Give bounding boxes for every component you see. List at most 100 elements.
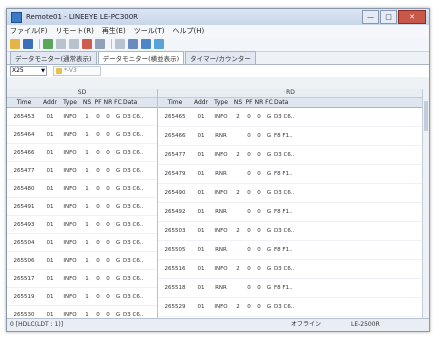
menu-remote[interactable]: リモート(R) [56, 26, 94, 36]
vertical-scrollbar[interactable] [422, 89, 429, 319]
sd-table-row[interactable]: 265493 01 INFO 1 0 0 G D3 C6.. [7, 216, 157, 234]
tab-monitor-normal[interactable]: データモニター(通常表示) [10, 51, 97, 64]
rd-cell-time: 265492 [164, 209, 186, 215]
sd-col-addr[interactable]: Addr [41, 98, 59, 107]
sd-cell-time: 265530 [13, 311, 35, 318]
sd-table-row[interactable]: 265504 01 INFO 1 0 0 G D3 C6.. [7, 234, 157, 252]
rd-cell-time: 265505 [164, 247, 186, 253]
sd-col-type[interactable]: Type [59, 98, 81, 107]
sd-cell-pf: 0 [96, 311, 100, 318]
rd-table-row[interactable]: 265465 01 INFO 2 0 0 G D3 C6.. [158, 108, 423, 127]
monitor-icon[interactable] [141, 39, 151, 49]
rd-table-row[interactable]: 265529 01 INFO 2 0 0 G D3 C6.. [158, 298, 423, 317]
title-bar[interactable]: Remote01 - LINEEYE LE-PC300R — □ ✕ [7, 9, 429, 25]
sd-table-row[interactable]: 265466 01 INFO 1 0 0 G D3 C6.. [7, 144, 157, 162]
sd-table-row[interactable]: 265464 01 INFO 1 0 0 G D3 C6.. [7, 126, 157, 144]
sd-cell-pf: 0 [96, 257, 100, 264]
menu-replay[interactable]: 再生(E) [102, 26, 126, 36]
rd-table-row[interactable]: 265466 01 RNR 0 0 G F8 F1.. [158, 127, 423, 146]
rd-cell-pf: 0 [247, 209, 251, 215]
rd-cell-addr: 01 [197, 209, 205, 215]
sd-table-row[interactable]: 265519 01 INFO 1 0 0 G D3 C6.. [7, 288, 157, 306]
menu-file[interactable]: ファイル(F) [10, 26, 48, 36]
sd-cell-pf: 0 [96, 239, 100, 246]
sd-col-ns[interactable]: NS [81, 98, 93, 107]
rd-cell-fc: G [266, 114, 272, 120]
search-icon[interactable] [115, 39, 125, 49]
sd-col-time[interactable]: Time [7, 98, 41, 107]
rd-table-row[interactable]: 265518 01 RNR 0 0 G F8 F1.. [158, 279, 423, 298]
sd-table-row[interactable]: 265480 01 INFO 1 0 0 G D3 C6.. [7, 180, 157, 198]
maximize-button[interactable]: □ [380, 10, 397, 24]
rd-cell-type: INFO [214, 304, 228, 310]
info-icon[interactable] [154, 39, 164, 49]
sd-cell-ns: 1 [85, 149, 89, 156]
sd-col-pf[interactable]: PF [93, 98, 103, 107]
sd-col-nr[interactable]: NR [103, 98, 113, 107]
rd-cell-nr: 0 [257, 285, 261, 291]
rd-cell-data: F8 F1.. [274, 285, 293, 291]
rd-table-row[interactable]: 265516 01 INFO 2 0 0 G D3 C6.. [158, 260, 423, 279]
protocol-select[interactable]: X25 ▼ [10, 66, 47, 76]
sd-cell-time: 265519 [13, 293, 35, 300]
sd-table-row[interactable]: 265477 01 INFO 1 0 0 G D3 C6.. [7, 162, 157, 180]
sd-table-row[interactable]: 265517 01 INFO 1 0 0 G D3 C6.. [7, 270, 157, 288]
sd-col-fc[interactable]: FC [113, 98, 123, 107]
play-icon[interactable] [43, 39, 53, 49]
rd-table-row[interactable]: 265490 01 INFO 2 0 0 G D3 C6.. [158, 184, 423, 203]
rd-col-nr[interactable]: NR [254, 98, 264, 107]
save-icon[interactable] [23, 39, 33, 49]
rd-table-row[interactable]: 265479 01 RNR 0 0 G F8 F1.. [158, 165, 423, 184]
minimize-button[interactable]: — [362, 10, 379, 24]
rd-col-pf[interactable]: PF [244, 98, 254, 107]
rd-table-row[interactable]: 265505 01 RNR 0 0 G F8 F1.. [158, 241, 423, 260]
stop-icon[interactable] [56, 39, 66, 49]
open-icon[interactable] [10, 39, 20, 49]
status-connection: オフライン [291, 321, 322, 328]
sd-cell-time: 265477 [13, 167, 35, 174]
menu-bar: ファイル(F) リモート(R) 再生(E) ツール(T) ヘルプ(H) [7, 25, 429, 37]
sd-cell-type: INFO [63, 113, 77, 120]
sd-cell-data: D3 C6.. [123, 221, 144, 228]
sd-cell-fc: G [115, 167, 121, 174]
sd-table-row[interactable]: 265491 01 INFO 1 0 0 G D3 C6.. [7, 198, 157, 216]
sd-cell-data: D3 C6.. [123, 113, 144, 120]
sd-cell-data: D3 C6.. [123, 257, 144, 264]
sd-cell-fc: G [115, 275, 121, 282]
config-icon[interactable] [128, 39, 138, 49]
rd-col-time[interactable]: Time [158, 98, 192, 107]
rd-cell-type: INFO [214, 228, 228, 234]
sd-cell-nr: 0 [106, 149, 110, 156]
sd-cell-nr: 0 [106, 239, 110, 246]
sd-cell-addr: 01 [46, 149, 54, 156]
close-button[interactable]: ✕ [398, 10, 426, 24]
rd-cell-fc: G [266, 228, 272, 234]
menu-tools[interactable]: ツール(T) [134, 26, 165, 36]
rd-cell-nr: 0 [257, 228, 261, 234]
rd-col-addr[interactable]: Addr [192, 98, 210, 107]
rd-cell-data: D3 C6.. [274, 304, 295, 310]
sd-table-row[interactable]: 265453 01 INFO 1 0 0 G D3 C6.. [7, 108, 157, 126]
rd-table-row[interactable]: 265477 01 INFO 2 0 0 G D3 C6.. [158, 146, 423, 165]
sd-cell-data: D3 C6.. [123, 185, 144, 192]
rd-table-row[interactable]: 265492 01 RNR 0 0 G F8 F1.. [158, 203, 423, 222]
rd-col-type[interactable]: Type [210, 98, 232, 107]
print-icon[interactable] [95, 39, 105, 49]
tab-monitor-side[interactable]: データモニター(横並表示) [97, 51, 185, 64]
sd-cell-time: 265453 [13, 113, 35, 120]
sd-cell-time: 265491 [13, 203, 35, 210]
filter-combo[interactable]: *-V3 [53, 66, 101, 76]
pause-icon[interactable] [69, 39, 79, 49]
rd-cell-fc: G [266, 133, 272, 139]
sd-table-row[interactable]: 265506 01 INFO 1 0 0 G D3 C6.. [7, 252, 157, 270]
tab-timer-counter[interactable]: タイマー/カウンター [185, 51, 256, 64]
scrollbar-thumb[interactable] [424, 101, 428, 131]
record-icon[interactable] [82, 39, 92, 49]
rd-col-ns[interactable]: NS [232, 98, 244, 107]
sd-cell-addr: 01 [46, 293, 54, 300]
rd-table-row[interactable]: 265503 01 INFO 2 0 0 G D3 C6.. [158, 222, 423, 241]
menu-help[interactable]: ヘルプ(H) [172, 26, 204, 36]
sd-col-data[interactable]: Data [123, 98, 149, 107]
rd-col-fc[interactable]: FC [264, 98, 274, 107]
rd-col-data[interactable]: Data [274, 98, 300, 107]
